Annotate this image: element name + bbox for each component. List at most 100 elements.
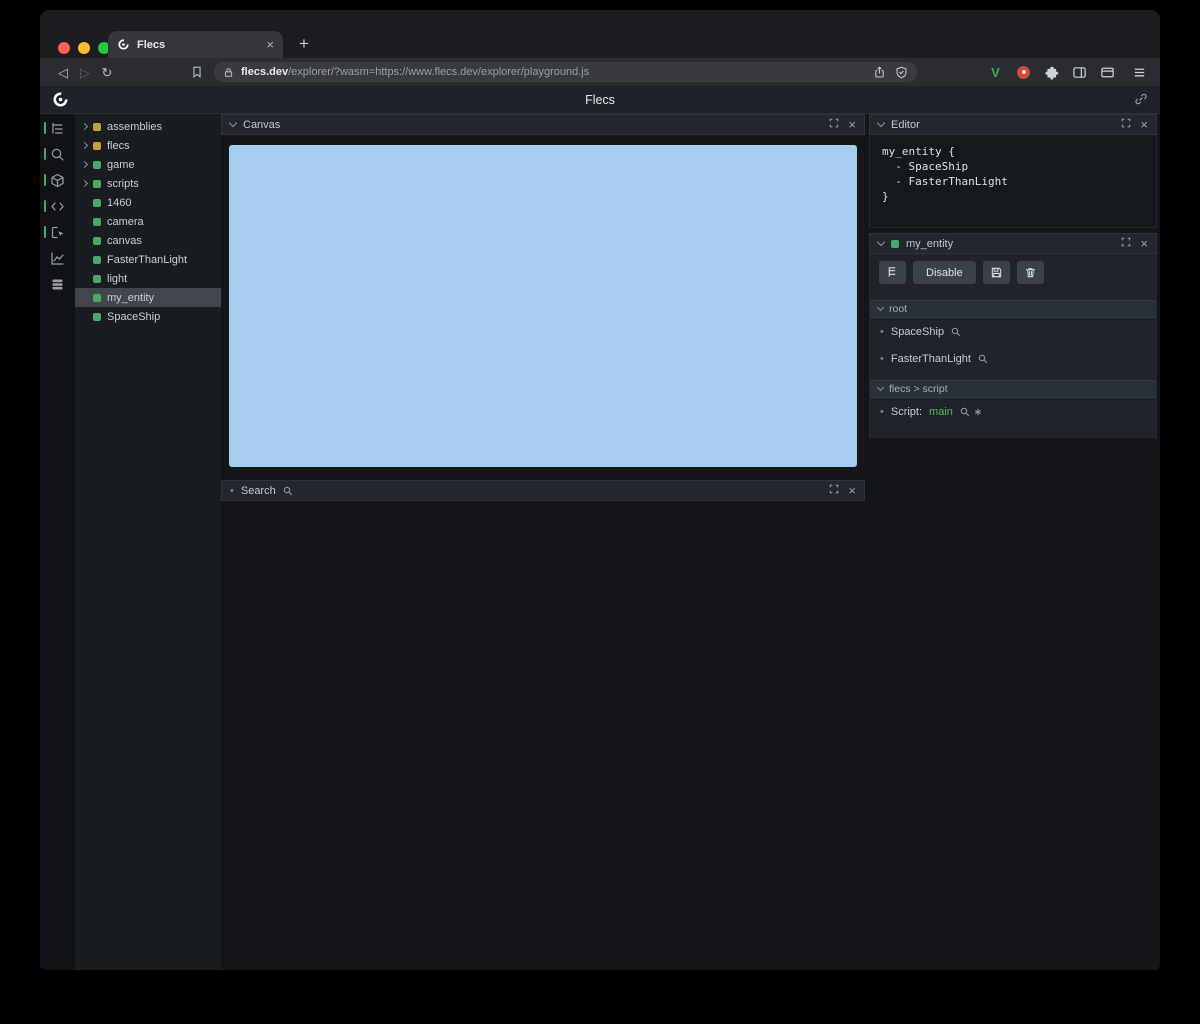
expand-panel-icon[interactable] [829, 118, 839, 131]
expand-chevron-icon[interactable] [80, 179, 89, 188]
minimize-window-button[interactable] [78, 42, 90, 54]
extension-v-icon[interactable]: V [987, 64, 1004, 81]
tree-item-label: canvas [107, 234, 142, 247]
expand-chevron-icon[interactable] [80, 122, 89, 131]
editor-code[interactable]: my_entity { - SpaceShip - FasterThanLigh… [869, 135, 1157, 228]
code-icon[interactable] [40, 198, 75, 214]
tree-item-label: FasterThanLight [107, 253, 188, 266]
lock-icon [223, 67, 234, 78]
save-button[interactable] [982, 261, 1010, 284]
address-bar[interactable]: flecs.dev/explorer/?wasm=https://www.fle… [214, 62, 917, 82]
entity-panel-header[interactable]: my_entity × [869, 233, 1157, 254]
search-icon[interactable] [951, 327, 961, 337]
tree-item-my_entity[interactable]: my_entity [75, 288, 221, 307]
close-panel-icon[interactable]: × [848, 484, 856, 497]
expand-panel-icon[interactable] [1121, 237, 1131, 250]
tree-view-icon[interactable] [40, 120, 75, 136]
expand-panel-icon[interactable] [1121, 118, 1131, 131]
forward-button[interactable]: ▷ [74, 66, 96, 79]
search-icon[interactable] [960, 407, 970, 417]
close-window-button[interactable] [58, 42, 70, 54]
component-value: main [929, 405, 953, 418]
tree-item-canvas[interactable]: canvas [75, 231, 221, 250]
tree-item-scripts[interactable]: scripts [75, 174, 221, 193]
browser-window: Flecs × + ◁ ▷ ↻ flecs.dev/explorer/?wasm… [40, 10, 1160, 970]
sidebar-toggle-icon[interactable] [1071, 64, 1088, 81]
canvas-viewport[interactable] [229, 145, 857, 467]
collapse-chevron-icon[interactable] [876, 237, 886, 247]
close-panel-icon[interactable]: × [848, 118, 856, 131]
collapse-chevron-icon[interactable] [876, 118, 886, 128]
inspect-icon[interactable] [40, 224, 75, 240]
tree-item-label: light [107, 272, 128, 285]
expand-chevron-icon[interactable] [80, 160, 89, 169]
rows-icon[interactable] [40, 276, 75, 292]
tab-close-icon[interactable]: × [266, 38, 274, 51]
shield-icon[interactable] [895, 66, 908, 79]
component-item-FasterThanLight[interactable]: • FasterThanLight [870, 345, 1156, 372]
tree-item-label: camera [107, 215, 144, 228]
entity-panel-title: my_entity [906, 237, 954, 250]
entity-color-icon [93, 179, 101, 188]
canvas-panel-header[interactable]: Canvas × [221, 114, 865, 135]
app-header: Flecs [40, 86, 1160, 114]
tree-item-label: assemblies [107, 120, 163, 133]
section-header-flecs-script[interactable]: flecs > script [870, 380, 1156, 398]
expand-panel-icon[interactable] [829, 484, 839, 497]
close-panel-icon[interactable]: × [1140, 118, 1148, 131]
entity-color-icon [93, 217, 101, 226]
browser-tab[interactable]: Flecs × [108, 31, 283, 58]
share-icon[interactable] [873, 65, 886, 79]
editor-panel-header[interactable]: Editor × [869, 114, 1157, 135]
extension-icons: V [987, 64, 1148, 81]
search-icon[interactable] [978, 354, 988, 364]
expand-chevron-icon[interactable] [80, 141, 89, 150]
tree-item-SpaceShip[interactable]: SpaceShip [75, 307, 221, 326]
tree-item-assemblies[interactable]: assemblies [75, 117, 221, 136]
bullet-icon: • [230, 484, 234, 497]
share-link-icon[interactable] [1134, 92, 1148, 106]
browser-toolbar: ◁ ▷ ↻ flecs.dev/explorer/?wasm=https://w… [40, 58, 1160, 86]
component-label: SpaceShip [890, 325, 945, 338]
stats-icon[interactable] [40, 250, 75, 266]
wallet-card-icon[interactable] [1099, 64, 1116, 81]
tree-item-camera[interactable]: camera [75, 212, 221, 231]
entity-color-icon [93, 160, 101, 169]
component-item-Script[interactable]: • Script: main [870, 398, 1156, 425]
back-button[interactable]: ◁ [52, 66, 74, 79]
search-panel-header[interactable]: • Search × [221, 480, 865, 501]
menu-icon[interactable] [1131, 64, 1148, 81]
entities-cube-icon[interactable] [40, 172, 75, 188]
tree-item-label: flecs [107, 139, 130, 152]
collapse-chevron-icon[interactable] [228, 118, 238, 128]
section-header-root[interactable]: root [870, 300, 1156, 318]
reload-button[interactable]: ↻ [96, 66, 118, 79]
disable-button[interactable]: Disable [913, 261, 976, 284]
delete-button[interactable] [1016, 261, 1044, 284]
tree-item-game[interactable]: game [75, 155, 221, 174]
canvas-panel-title: Canvas [243, 118, 281, 131]
magnifier-icon [283, 486, 293, 496]
window-controls [58, 42, 110, 54]
tree-item-flecs[interactable]: flecs [75, 136, 221, 155]
collapse-chevron-icon[interactable] [876, 383, 885, 392]
close-panel-icon[interactable]: × [1140, 237, 1148, 250]
tree-item-FasterThanLight[interactable]: FasterThanLight [75, 250, 221, 269]
tree-item-1460[interactable]: 1460 [75, 193, 221, 212]
bookmark-icon[interactable] [190, 65, 204, 79]
entity-toolbar: Disable [870, 254, 1156, 292]
new-tab-button[interactable]: + [292, 32, 316, 56]
collapse-chevron-icon[interactable] [876, 303, 885, 312]
tree-item-light[interactable]: light [75, 269, 221, 288]
entity-color-icon [93, 293, 101, 302]
component-label: FasterThanLight [890, 352, 971, 365]
bullet-icon: • [880, 352, 884, 365]
extensions-puzzle-icon[interactable] [1043, 64, 1060, 81]
component-label: Script: [890, 405, 923, 418]
activity-bar [40, 114, 75, 970]
component-item-SpaceShip[interactable]: • SpaceShip [870, 318, 1156, 345]
search-icon[interactable] [40, 146, 75, 162]
extension-red-icon[interactable] [1015, 64, 1032, 81]
tree-toggle-button[interactable] [879, 261, 906, 284]
search-panel: • Search × [221, 480, 865, 501]
